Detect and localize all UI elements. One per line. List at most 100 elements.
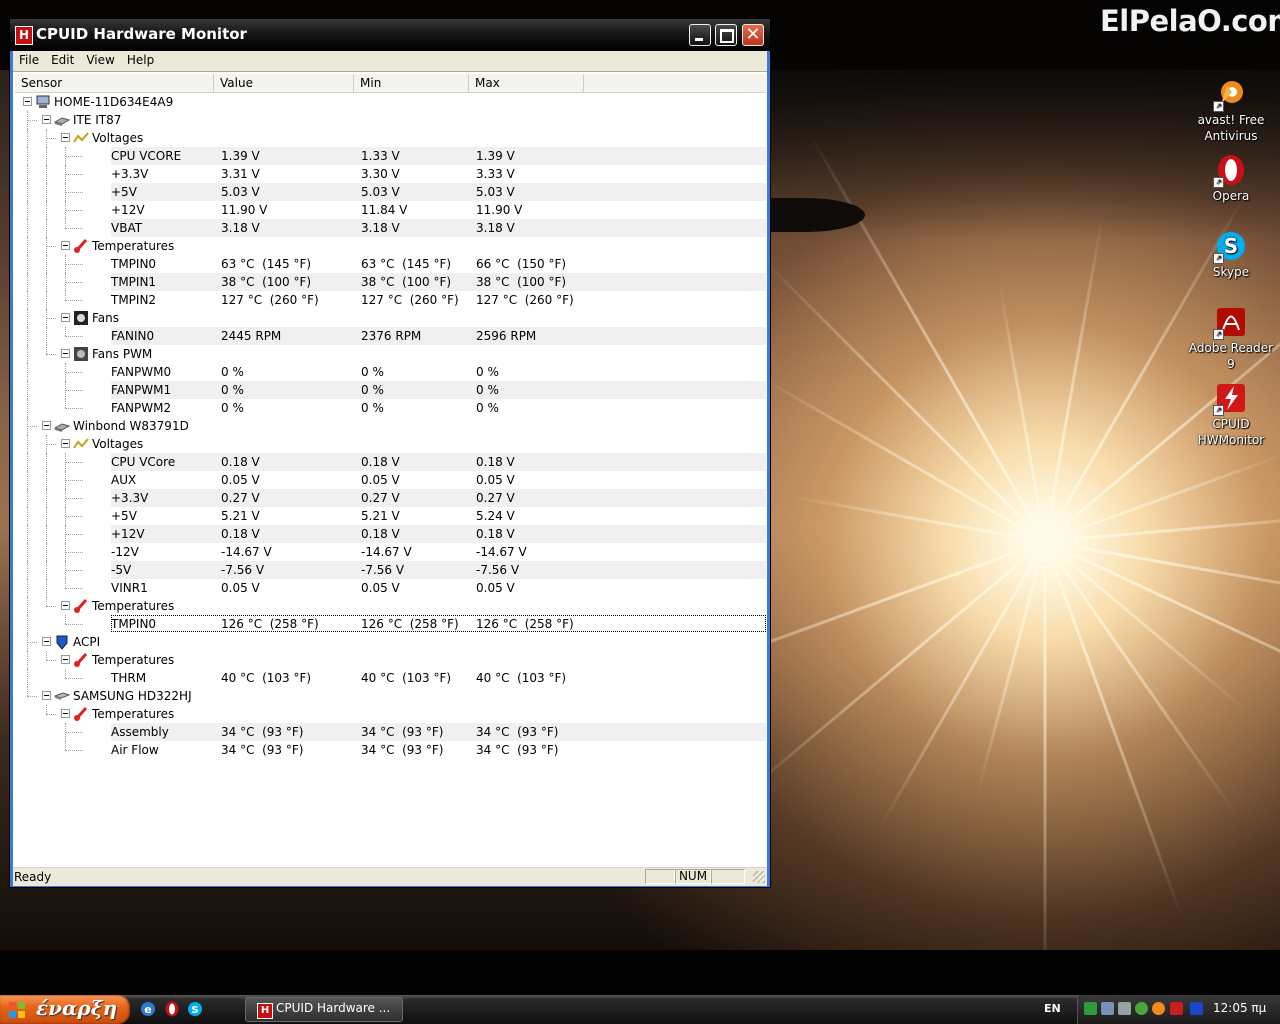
start-button[interactable]: έναρξη [0,995,130,1024]
sensor-row[interactable]: +3.3V 3.31 V 3.30 V 3.33 V [15,165,766,183]
tree-node-temp[interactable]: Temperatures [15,705,766,723]
window-titlebar[interactable]: H CPUID Hardware Monitor ✕ [10,19,770,51]
column-sensor[interactable]: Sensor [15,74,214,92]
column-max[interactable]: Max [469,74,584,92]
clock[interactable]: 12:05 πμ [1213,1001,1266,1015]
sensor-row[interactable]: CPU VCORE 1.39 V 1.33 V 1.39 V [15,147,766,165]
tree-line [46,444,56,445]
cpuid-hwmonitor-icon: ↗ [1213,382,1247,416]
minimize-button[interactable] [689,24,711,46]
network-tray-icon[interactable] [1084,1002,1097,1015]
sensor-value: 63 °C (145 °F) [221,257,312,271]
desktop-icon-skype[interactable]: S ↗ Skype [1186,230,1276,280]
ati-tray-icon[interactable] [1170,1002,1183,1015]
sensor-row[interactable]: THRM 40 °C (103 °F) 40 °C (103 °F) 40 °C (1… [15,669,766,687]
sensor-row[interactable]: TMPIN1 38 °C (100 °F) 38 °C (100 °F) 38 °C … [15,273,766,291]
tree-node-chip[interactable]: ITE IT87 [15,111,766,129]
sensor-row[interactable]: FANIN0 2445 RPM 2376 RPM 2596 RPM [15,327,766,345]
tree-node-temp[interactable]: Temperatures [15,597,766,615]
collapse-toggle[interactable] [61,601,70,610]
sensor-row[interactable]: -5V -7.56 V -7.56 V -7.56 V [15,561,766,579]
collapse-toggle[interactable] [42,115,51,124]
tree-node-chip[interactable]: Winbond W83791D [15,417,766,435]
collapse-toggle[interactable] [61,133,70,142]
sensor-row[interactable]: +12V 0.18 V 0.18 V 0.18 V [15,525,766,543]
sensor-row[interactable]: +12V 11.90 V 11.84 V 11.90 V [15,201,766,219]
sensor-row[interactable]: FANPWM0 0 % 0 % 0 % [15,363,766,381]
sensor-row[interactable]: CPU VCore 0.18 V 0.18 V 0.18 V [15,453,766,471]
sensor-max: -7.56 V [476,563,520,577]
close-button[interactable]: ✕ [742,24,764,46]
tree-line [65,282,83,283]
tree-node-acpi[interactable]: ACPI [15,633,766,651]
collapse-toggle[interactable] [61,313,70,322]
resize-grip[interactable] [753,871,765,883]
sensor-row[interactable]: +3.3V 0.27 V 0.27 V 0.27 V [15,489,766,507]
tree-line [65,300,83,301]
internet-explorer-quicklaunch-icon[interactable]: e [140,1001,156,1017]
collapse-toggle[interactable] [61,241,70,250]
sensor-row[interactable]: +5V 5.03 V 5.03 V 5.03 V [15,183,766,201]
sensor-value: -14.67 V [221,545,272,559]
opera-quicklaunch-icon[interactable] [164,1001,180,1017]
tree-node-temp[interactable]: Temperatures [15,237,766,255]
collapse-toggle[interactable] [61,709,70,718]
sensor-row[interactable]: VBAT 3.18 V 3.18 V 3.18 V [15,219,766,237]
column-min[interactable]: Min [354,74,469,92]
node-label: Temperatures [92,599,175,613]
tree-node-fanpwm[interactable]: Fans PWM [15,345,766,363]
tree-line [65,291,66,300]
menu-file[interactable]: File [13,51,45,69]
tree-node-voltage[interactable]: Voltages [15,435,766,453]
collapse-toggle[interactable] [23,97,32,106]
collapse-toggle[interactable] [42,691,51,700]
sensor-row[interactable]: Assembly 34 °C (93 °F) 34 °C (93 °F) 34 °C … [15,723,766,741]
menu-help[interactable]: Help [121,51,160,69]
desktop-icon-opera[interactable]: ↗ Opera [1186,154,1276,204]
sensor-row[interactable]: TMPIN0 126 °C (258 °F) 126 °C (258 °F) 126 … [15,615,766,633]
sensor-tree: HOME-11D634E4A9 ITE IT87 Voltages CPU VCORE… [15,93,766,759]
sensor-row[interactable]: +5V 5.21 V 5.21 V 5.24 V [15,507,766,525]
menu-view[interactable]: View [80,51,120,69]
sensor-max: 34 °C (93 °F) [476,743,559,757]
menu-edit[interactable]: Edit [45,51,80,69]
sensor-row[interactable]: Air Flow 34 °C (93 °F) 34 °C (93 °F) 34 °C … [15,741,766,759]
sensor-min: 127 °C (260 °F) [361,293,459,307]
skype-quicklaunch-icon[interactable]: S [187,1001,203,1017]
tree-node-computer[interactable]: HOME-11D634E4A9 [15,93,766,111]
sensor-min: 0.27 V [361,491,400,505]
usb-tray-icon[interactable] [1118,1002,1131,1015]
collapse-toggle[interactable] [61,655,70,664]
collapse-toggle[interactable] [42,637,51,646]
tree-line [46,201,47,219]
desktop-icon-cpuid-hwmonitor[interactable]: ↗ CPUID HWMonitor [1186,382,1276,448]
desktop-icon-avast[interactable]: ↗ avast! Free Antivirus [1186,78,1276,144]
sensor-row[interactable]: FANPWM2 0 % 0 % 0 % [15,399,766,417]
language-indicator[interactable]: EN [1044,1002,1061,1015]
monitor-tray-icon[interactable] [1101,1002,1114,1015]
maximize-button[interactable] [715,24,737,46]
sensor-row[interactable]: TMPIN2 127 °C (260 °F) 127 °C (260 °F) 127 … [15,291,766,309]
tree-node-disk[interactable]: SAMSUNG HD322HJ [15,687,766,705]
hwmonitor-task-icon: H [257,1003,273,1019]
avast-tray-icon[interactable] [1152,1002,1165,1015]
sensor-row[interactable]: AUX 0.05 V 0.05 V 0.05 V [15,471,766,489]
column-value[interactable]: Value [214,74,354,92]
shield-tray-icon[interactable] [1135,1002,1148,1015]
sensor-row[interactable]: -12V -14.67 V -14.67 V -14.67 V [15,543,766,561]
sensor-row[interactable]: TMPIN0 63 °C (145 °F) 63 °C (145 °F) 66 °C … [15,255,766,273]
sensor-row[interactable]: FANPWM1 0 % 0 % 0 % [15,381,766,399]
hwmonitor-app-icon[interactable]: H [15,26,33,45]
collapse-toggle[interactable] [61,349,70,358]
sensor-row[interactable]: VINR1 0.05 V 0.05 V 0.05 V [15,579,766,597]
sensor-max: 0.18 V [476,455,515,469]
tree-line [46,507,47,525]
collapse-toggle[interactable] [42,421,51,430]
tree-node-voltage[interactable]: Voltages [15,129,766,147]
tree-node-temp[interactable]: Temperatures [15,651,766,669]
desktop-icon-adobe-reader[interactable]: ↗ Adobe Reader 9 [1186,306,1276,372]
tree-node-fan[interactable]: Fans [15,309,766,327]
taskbar-button-hwmonitor[interactable]: H CPUID Hardware ... [245,997,403,1022]
collapse-toggle[interactable] [61,439,70,448]
media-tray-icon[interactable] [1190,1002,1203,1015]
